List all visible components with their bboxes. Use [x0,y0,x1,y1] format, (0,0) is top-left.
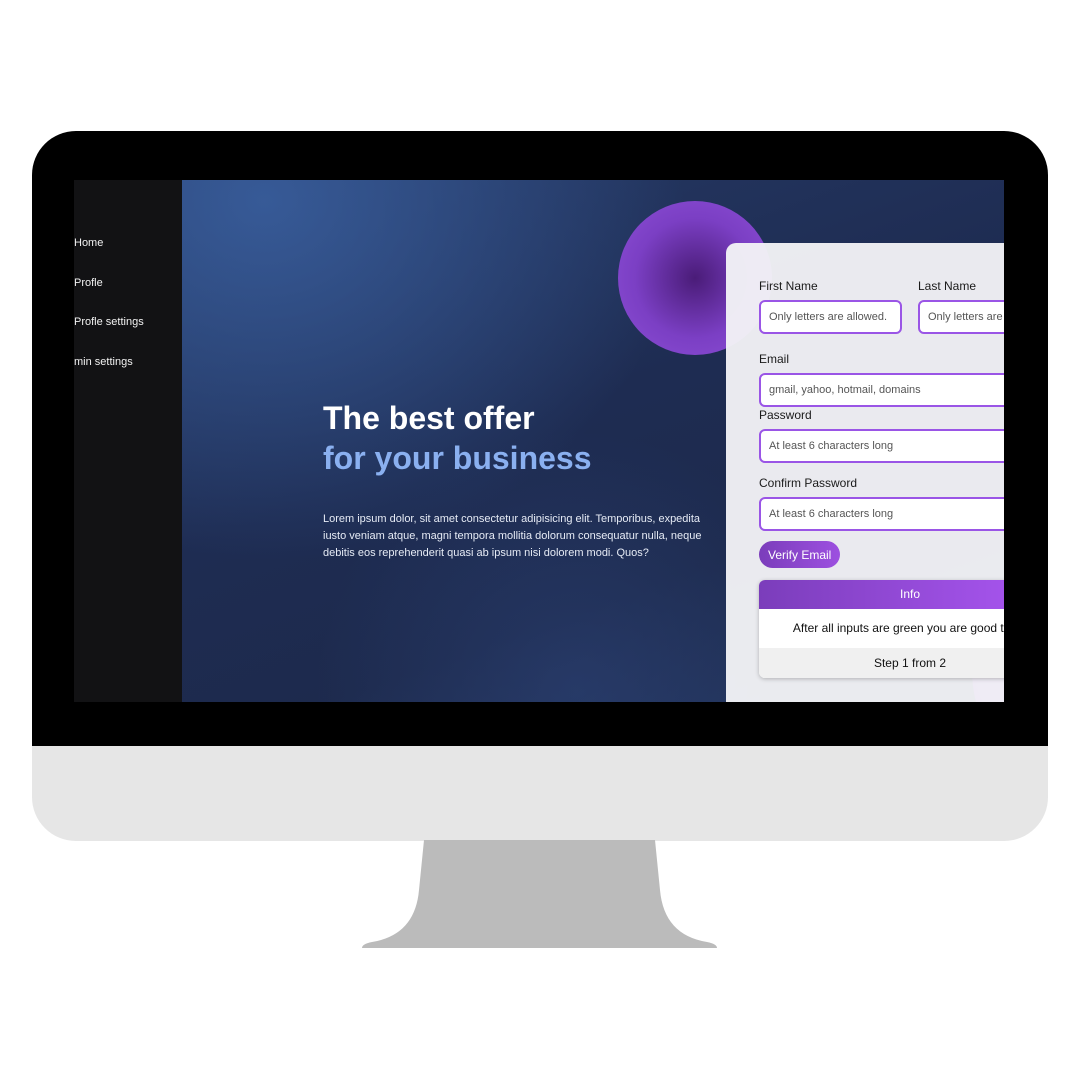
info-panel-header: Info [759,580,1004,609]
sidebar-item-admin-settings[interactable]: min settings [74,356,133,368]
info-panel-message: After all inputs are green you are good … [759,609,1004,648]
confirm-password-input[interactable] [759,497,1004,531]
signup-form-card: First Name Last Name Email Password Conf… [726,243,1004,702]
main-content: The best offer for your business Lorem i… [182,180,1004,702]
email-label: Email [759,352,790,366]
sidebar-item-profile[interactable]: Profle [74,277,103,289]
confirm-password-label: Confirm Password [759,476,858,490]
password-label: Password [759,408,812,422]
hero-description: Lorem ipsum dolor, sit amet consectetur … [323,513,702,559]
last-name-label: Last Name [918,279,977,293]
monitor-stand [362,840,717,948]
password-input[interactable] [759,429,1004,463]
first-name-label: First Name [759,279,818,293]
sidebar: Home Profle Profle settings min settings [74,180,182,702]
sidebar-item-home[interactable]: Home [74,237,103,249]
info-panel-step: Step 1 from 2 [759,648,1004,678]
email-input[interactable] [759,373,1004,407]
sidebar-item-profile-settings[interactable]: Profle settings [74,316,144,328]
hero-title-line1: The best offer [323,400,535,436]
first-name-input[interactable] [759,300,902,334]
verify-email-button[interactable]: Verify Email [759,541,841,568]
info-panel: Info After all inputs are green you are … [759,580,1004,678]
monitor-chin [32,746,1048,841]
hero-title: The best offer for your business [323,398,592,478]
hero-title-line2: for your business [323,440,592,476]
screen: Home Profle Profle settings min settings… [74,180,1004,702]
last-name-input[interactable] [918,300,1004,334]
